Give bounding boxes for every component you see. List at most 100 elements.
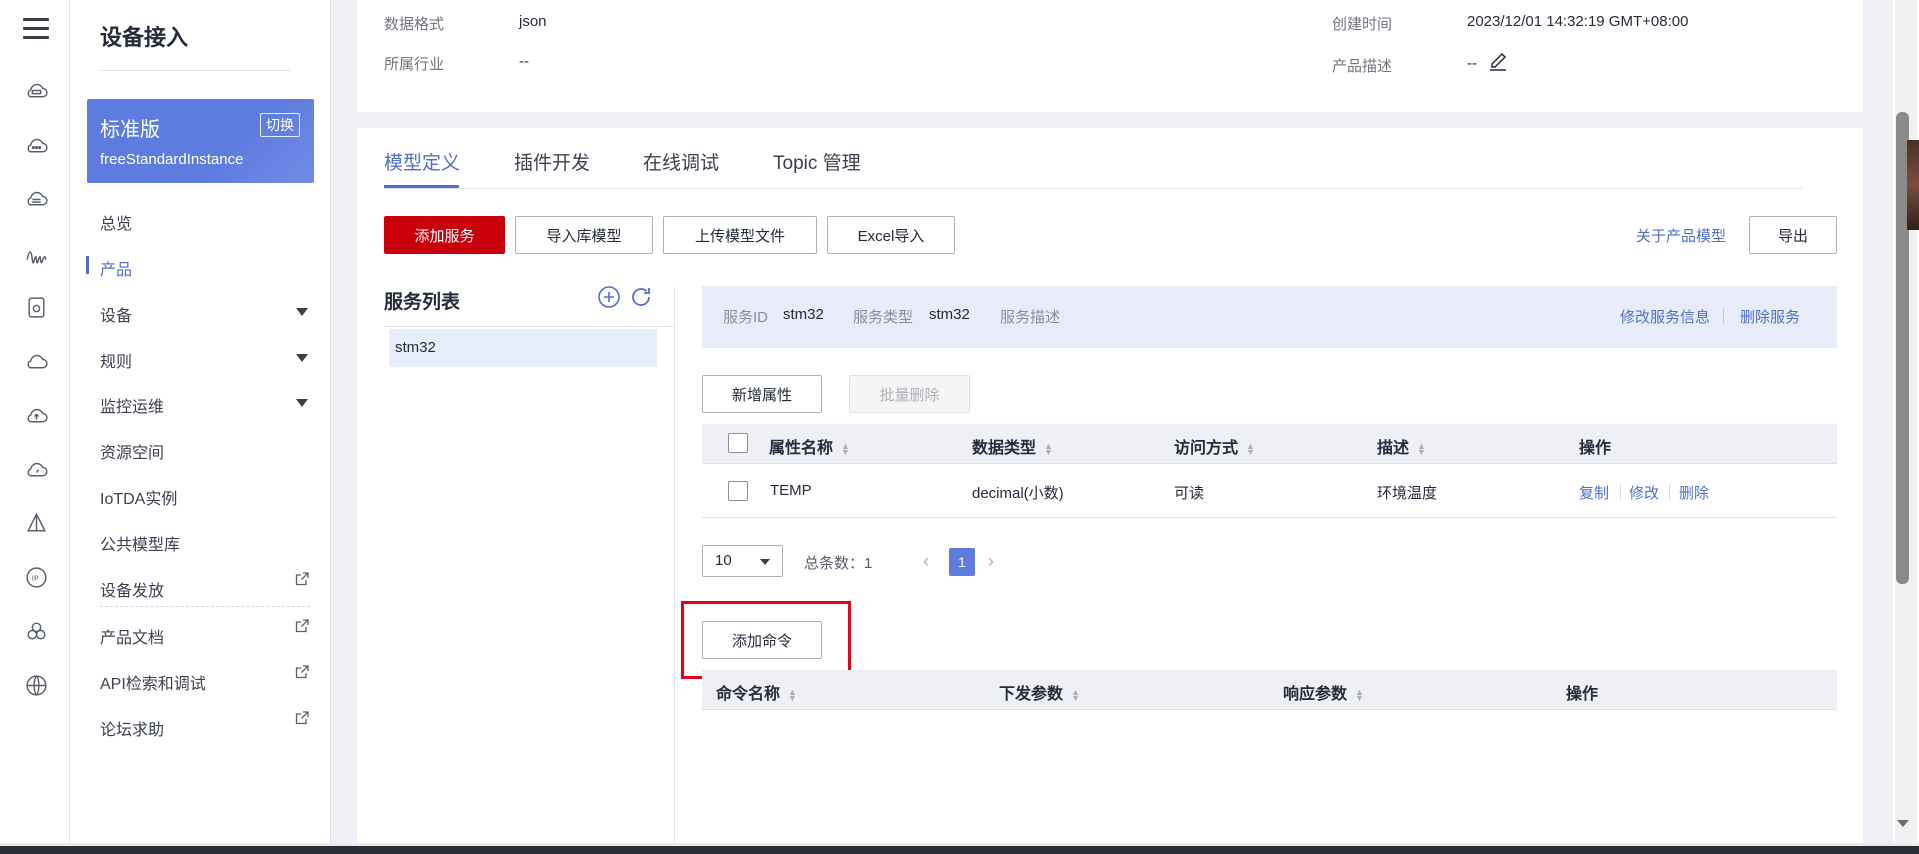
nav-item-public-model-library[interactable]: 公共模型库 xyxy=(100,531,180,555)
external-link-icon[interactable] xyxy=(294,571,310,587)
sort-icon[interactable]: ▲ ▼ xyxy=(841,441,850,456)
scroll-down-arrow-icon[interactable] xyxy=(1897,820,1909,827)
service-list-item[interactable]: stm32 xyxy=(389,329,657,367)
globe-icon[interactable] xyxy=(24,673,49,698)
rules-expand-icon[interactable] xyxy=(296,354,308,362)
delete-service-link[interactable]: 删除服务 xyxy=(1740,306,1800,327)
nav-item-products[interactable]: 产品 xyxy=(100,256,132,280)
service-info-bar: 服务ID stm32 服务类型 stm32 服务描述 修改服务信息 删除服务 xyxy=(702,286,1837,348)
vertical-scrollbar[interactable] xyxy=(1893,0,1919,854)
col-property-name-label: 属性名称 xyxy=(769,440,834,457)
service-list-divider xyxy=(384,326,675,327)
col-response-params-label: 响应参数 xyxy=(1283,686,1348,703)
instance-name: freeStandardInstance xyxy=(100,151,244,168)
col-operations: 操作 xyxy=(1579,440,1612,457)
nav-title-divider xyxy=(100,70,290,71)
batch-delete-button[interactable]: 批量删除 xyxy=(849,375,970,413)
nav-item-resource-space[interactable]: 资源空间 xyxy=(100,439,164,463)
description-cell: 环境温度 xyxy=(1377,485,1438,502)
nav-item-device-provisioning[interactable]: 设备发放 xyxy=(100,577,164,601)
ip-icon[interactable]: IP xyxy=(24,565,49,590)
window-edge-image xyxy=(1907,140,1919,230)
refresh-icon[interactable] xyxy=(629,285,653,309)
col-access-mode-label: 访问方式 xyxy=(1174,440,1239,457)
tabs-divider xyxy=(384,188,1802,189)
cloud-server-icon[interactable] xyxy=(24,79,49,104)
monitoring-expand-icon[interactable] xyxy=(296,399,308,407)
nav-item-monitoring[interactable]: 监控运维 xyxy=(100,393,164,417)
export-button[interactable]: 导出 xyxy=(1749,216,1837,254)
sort-icon[interactable]: ▲ ▼ xyxy=(1246,441,1255,456)
edition-switch-button[interactable]: 切换 xyxy=(260,113,300,137)
devices-expand-icon[interactable] xyxy=(296,308,308,316)
nav-item-rules[interactable]: 规则 xyxy=(100,348,132,372)
nav-active-indicator xyxy=(86,256,89,274)
device-icon[interactable] xyxy=(24,295,49,320)
hamburger-menu-icon[interactable] xyxy=(23,18,49,42)
cloud-gauge-icon[interactable] xyxy=(24,457,49,482)
col-command-name: 命令名称 ▲ ▼ xyxy=(716,680,797,704)
product-desc-value: -- xyxy=(1467,55,1477,72)
nav-item-overview[interactable]: 总览 xyxy=(100,210,132,234)
edition-card: 标准版 切换 freeStandardInstance xyxy=(87,99,314,183)
tab-plugin-development[interactable]: 插件开发 xyxy=(514,148,590,175)
service-type-value: stm32 xyxy=(929,306,970,323)
tab-topic-management[interactable]: Topic 管理 xyxy=(773,148,861,175)
prev-page-icon[interactable]: ‹ xyxy=(923,551,929,572)
about-product-model-link[interactable]: 关于产品模型 xyxy=(1636,225,1726,246)
nav-item-iotda-instance[interactable]: IoTDA实例 xyxy=(100,485,177,509)
icon-rail: IP xyxy=(0,0,70,854)
excel-import-button[interactable]: Excel导入 xyxy=(827,216,955,254)
row-checkbox[interactable] xyxy=(728,481,748,501)
copy-link[interactable]: 复制 xyxy=(1579,482,1609,503)
import-library-model-button[interactable]: 导入库模型 xyxy=(515,216,653,254)
service-id-label: 服务ID xyxy=(723,309,769,326)
select-all-checkbox[interactable] xyxy=(728,433,748,453)
cluster-icon[interactable] xyxy=(24,619,49,644)
page-size-value: 10 xyxy=(715,552,732,569)
cloud-icon[interactable] xyxy=(24,349,49,374)
service-id-value: stm32 xyxy=(783,306,824,323)
page-size-select[interactable]: 10 xyxy=(702,545,783,577)
upload-model-file-button[interactable]: 上传模型文件 xyxy=(663,216,817,254)
data-format-value: json xyxy=(519,13,547,30)
page-number[interactable]: 1 xyxy=(949,548,975,576)
add-service-button[interactable]: 添加服务 xyxy=(384,216,505,254)
nav-item-api-explorer[interactable]: API检索和调试 xyxy=(100,670,206,694)
delete-link[interactable]: 删除 xyxy=(1679,482,1709,503)
table-row: TEMP decimal(小数) 可读 环境温度 复制 修改 删除 xyxy=(702,466,1837,518)
sort-icon[interactable]: ▲ ▼ xyxy=(788,687,797,702)
external-link-icon[interactable] xyxy=(294,618,310,634)
col-description: 描述 ▲ ▼ xyxy=(1377,434,1426,458)
tab-online-debugging[interactable]: 在线调试 xyxy=(643,148,719,175)
created-time-value: 2023/12/01 14:32:19 GMT+08:00 xyxy=(1467,13,1689,30)
sort-icon[interactable]: ▲ ▼ xyxy=(1355,687,1364,702)
edit-service-info-link[interactable]: 修改服务信息 xyxy=(1620,306,1710,327)
nav-item-devices[interactable]: 设备 xyxy=(100,302,132,326)
edit-pen-icon[interactable] xyxy=(1488,49,1508,71)
cloud-upload-icon[interactable] xyxy=(24,403,49,428)
external-link-icon[interactable] xyxy=(294,664,310,680)
sort-icon[interactable]: ▲ ▼ xyxy=(1417,441,1426,456)
nav-item-forum[interactable]: 论坛求助 xyxy=(100,716,164,740)
external-link-icon[interactable] xyxy=(294,710,310,726)
cloud-more-icon[interactable] xyxy=(24,133,49,158)
col-access-mode: 访问方式 ▲ ▼ xyxy=(1174,434,1255,458)
svg-text:IP: IP xyxy=(32,574,39,583)
triangle-prism-icon[interactable] xyxy=(24,511,49,536)
nav-item-product-docs[interactable]: 产品文档 xyxy=(100,624,164,648)
next-page-icon[interactable]: › xyxy=(988,551,994,572)
total-count: 总条数：1 xyxy=(804,555,873,572)
tab-model-definition[interactable]: 模型定义 xyxy=(384,148,460,175)
add-property-button[interactable]: 新增属性 xyxy=(702,375,822,413)
service-list-vertical-divider xyxy=(674,287,675,854)
industry-value: -- xyxy=(519,53,529,70)
add-circle-icon[interactable] xyxy=(597,285,621,309)
signal-wave-icon[interactable] xyxy=(24,241,49,266)
cloud-database-icon[interactable] xyxy=(24,187,49,212)
col-command-name-label: 命令名称 xyxy=(716,686,781,703)
created-time-label: 创建时间 xyxy=(1332,16,1393,33)
sort-icon[interactable]: ▲ ▼ xyxy=(1071,687,1080,702)
edit-link[interactable]: 修改 xyxy=(1629,482,1659,503)
sort-icon[interactable]: ▲ ▼ xyxy=(1044,441,1053,456)
